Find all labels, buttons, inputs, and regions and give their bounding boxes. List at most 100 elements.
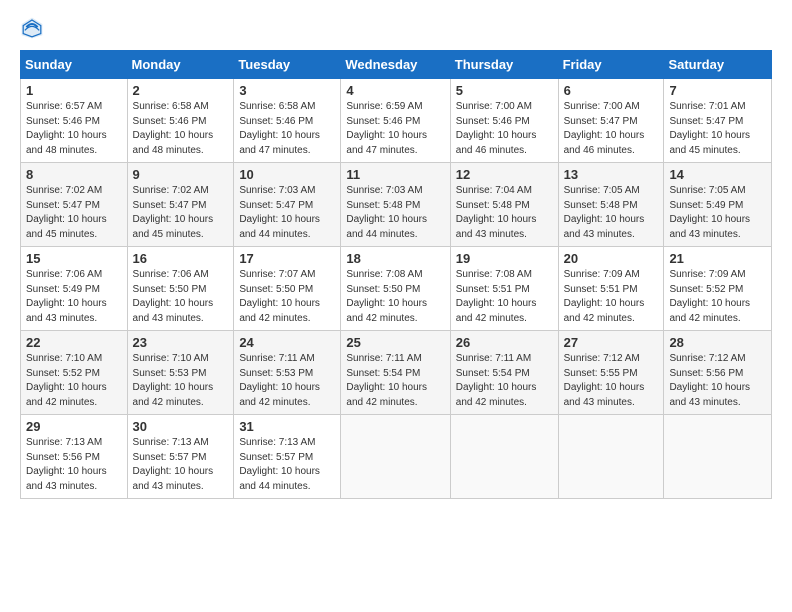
calendar-cell: 12 Sunrise: 7:04 AMSunset: 5:48 PMDaylig… [450,163,558,247]
day-info: Sunrise: 6:57 AMSunset: 5:46 PMDaylight:… [26,101,107,156]
day-number: 12 [456,167,553,182]
header [20,16,772,40]
day-info: Sunrise: 7:10 AMSunset: 5:53 PMDaylight:… [133,353,214,408]
col-saturday: Saturday [664,51,772,79]
calendar-cell: 10 Sunrise: 7:03 AMSunset: 5:47 PMDaylig… [234,163,341,247]
day-number: 8 [26,167,122,182]
col-friday: Friday [558,51,664,79]
calendar-cell: 1 Sunrise: 6:57 AMSunset: 5:46 PMDayligh… [21,79,128,163]
day-number: 1 [26,83,122,98]
col-tuesday: Tuesday [234,51,341,79]
day-info: Sunrise: 7:08 AMSunset: 5:50 PMDaylight:… [346,269,427,324]
calendar-week-4: 22 Sunrise: 7:10 AMSunset: 5:52 PMDaylig… [21,331,772,415]
calendar-cell: 19 Sunrise: 7:08 AMSunset: 5:51 PMDaylig… [450,247,558,331]
day-info: Sunrise: 7:09 AMSunset: 5:51 PMDaylight:… [564,269,645,324]
day-number: 4 [346,83,444,98]
logo-icon [20,16,44,40]
day-number: 25 [346,335,444,350]
calendar-cell: 3 Sunrise: 6:58 AMSunset: 5:46 PMDayligh… [234,79,341,163]
day-number: 7 [669,83,766,98]
day-info: Sunrise: 7:13 AMSunset: 5:57 PMDaylight:… [239,437,320,492]
calendar-cell: 13 Sunrise: 7:05 AMSunset: 5:48 PMDaylig… [558,163,664,247]
logo [20,16,48,40]
calendar-cell: 31 Sunrise: 7:13 AMSunset: 5:57 PMDaylig… [234,415,341,499]
day-info: Sunrise: 7:12 AMSunset: 5:55 PMDaylight:… [564,353,645,408]
day-number: 15 [26,251,122,266]
day-number: 29 [26,419,122,434]
day-number: 26 [456,335,553,350]
calendar-cell [450,415,558,499]
calendar-cell: 2 Sunrise: 6:58 AMSunset: 5:46 PMDayligh… [127,79,234,163]
day-info: Sunrise: 7:06 AMSunset: 5:50 PMDaylight:… [133,269,214,324]
day-number: 6 [564,83,659,98]
day-info: Sunrise: 7:07 AMSunset: 5:50 PMDaylight:… [239,269,320,324]
day-number: 19 [456,251,553,266]
day-number: 21 [669,251,766,266]
day-number: 22 [26,335,122,350]
day-number: 11 [346,167,444,182]
day-info: Sunrise: 7:12 AMSunset: 5:56 PMDaylight:… [669,353,750,408]
day-number: 14 [669,167,766,182]
day-info: Sunrise: 7:06 AMSunset: 5:49 PMDaylight:… [26,269,107,324]
calendar-cell: 15 Sunrise: 7:06 AMSunset: 5:49 PMDaylig… [21,247,128,331]
calendar-cell [664,415,772,499]
calendar-cell: 6 Sunrise: 7:00 AMSunset: 5:47 PMDayligh… [558,79,664,163]
day-info: Sunrise: 7:13 AMSunset: 5:57 PMDaylight:… [133,437,214,492]
day-number: 30 [133,419,229,434]
calendar-cell: 5 Sunrise: 7:00 AMSunset: 5:46 PMDayligh… [450,79,558,163]
day-info: Sunrise: 7:11 AMSunset: 5:53 PMDaylight:… [239,353,320,408]
day-info: Sunrise: 7:00 AMSunset: 5:46 PMDaylight:… [456,101,537,156]
day-number: 10 [239,167,335,182]
calendar-cell: 17 Sunrise: 7:07 AMSunset: 5:50 PMDaylig… [234,247,341,331]
calendar-week-1: 1 Sunrise: 6:57 AMSunset: 5:46 PMDayligh… [21,79,772,163]
calendar-cell: 8 Sunrise: 7:02 AMSunset: 5:47 PMDayligh… [21,163,128,247]
day-number: 13 [564,167,659,182]
day-info: Sunrise: 7:04 AMSunset: 5:48 PMDaylight:… [456,185,537,240]
calendar-cell [341,415,450,499]
calendar-cell: 26 Sunrise: 7:11 AMSunset: 5:54 PMDaylig… [450,331,558,415]
day-info: Sunrise: 7:11 AMSunset: 5:54 PMDaylight:… [346,353,427,408]
day-info: Sunrise: 7:05 AMSunset: 5:49 PMDaylight:… [669,185,750,240]
calendar-cell: 28 Sunrise: 7:12 AMSunset: 5:56 PMDaylig… [664,331,772,415]
day-number: 20 [564,251,659,266]
day-info: Sunrise: 7:10 AMSunset: 5:52 PMDaylight:… [26,353,107,408]
calendar-table: Sunday Monday Tuesday Wednesday Thursday… [20,50,772,499]
calendar-week-5: 29 Sunrise: 7:13 AMSunset: 5:56 PMDaylig… [21,415,772,499]
calendar-cell: 20 Sunrise: 7:09 AMSunset: 5:51 PMDaylig… [558,247,664,331]
day-info: Sunrise: 7:03 AMSunset: 5:47 PMDaylight:… [239,185,320,240]
calendar-cell: 29 Sunrise: 7:13 AMSunset: 5:56 PMDaylig… [21,415,128,499]
day-number: 5 [456,83,553,98]
day-number: 24 [239,335,335,350]
day-number: 28 [669,335,766,350]
day-info: Sunrise: 7:13 AMSunset: 5:56 PMDaylight:… [26,437,107,492]
day-info: Sunrise: 7:01 AMSunset: 5:47 PMDaylight:… [669,101,750,156]
day-info: Sunrise: 7:02 AMSunset: 5:47 PMDaylight:… [26,185,107,240]
day-number: 16 [133,251,229,266]
col-wednesday: Wednesday [341,51,450,79]
day-number: 3 [239,83,335,98]
calendar-cell: 7 Sunrise: 7:01 AMSunset: 5:47 PMDayligh… [664,79,772,163]
calendar-cell: 16 Sunrise: 7:06 AMSunset: 5:50 PMDaylig… [127,247,234,331]
day-number: 17 [239,251,335,266]
calendar-cell: 27 Sunrise: 7:12 AMSunset: 5:55 PMDaylig… [558,331,664,415]
day-number: 2 [133,83,229,98]
calendar-header-row: Sunday Monday Tuesday Wednesday Thursday… [21,51,772,79]
day-info: Sunrise: 7:08 AMSunset: 5:51 PMDaylight:… [456,269,537,324]
col-sunday: Sunday [21,51,128,79]
calendar-cell [558,415,664,499]
calendar-cell: 25 Sunrise: 7:11 AMSunset: 5:54 PMDaylig… [341,331,450,415]
calendar-week-2: 8 Sunrise: 7:02 AMSunset: 5:47 PMDayligh… [21,163,772,247]
calendar-cell: 23 Sunrise: 7:10 AMSunset: 5:53 PMDaylig… [127,331,234,415]
day-number: 9 [133,167,229,182]
day-number: 31 [239,419,335,434]
day-info: Sunrise: 7:00 AMSunset: 5:47 PMDaylight:… [564,101,645,156]
calendar-cell: 30 Sunrise: 7:13 AMSunset: 5:57 PMDaylig… [127,415,234,499]
day-info: Sunrise: 7:03 AMSunset: 5:48 PMDaylight:… [346,185,427,240]
col-monday: Monday [127,51,234,79]
calendar-cell: 14 Sunrise: 7:05 AMSunset: 5:49 PMDaylig… [664,163,772,247]
day-info: Sunrise: 7:09 AMSunset: 5:52 PMDaylight:… [669,269,750,324]
day-info: Sunrise: 7:11 AMSunset: 5:54 PMDaylight:… [456,353,537,408]
calendar-cell: 24 Sunrise: 7:11 AMSunset: 5:53 PMDaylig… [234,331,341,415]
day-number: 18 [346,251,444,266]
main-container: Sunday Monday Tuesday Wednesday Thursday… [0,0,792,612]
